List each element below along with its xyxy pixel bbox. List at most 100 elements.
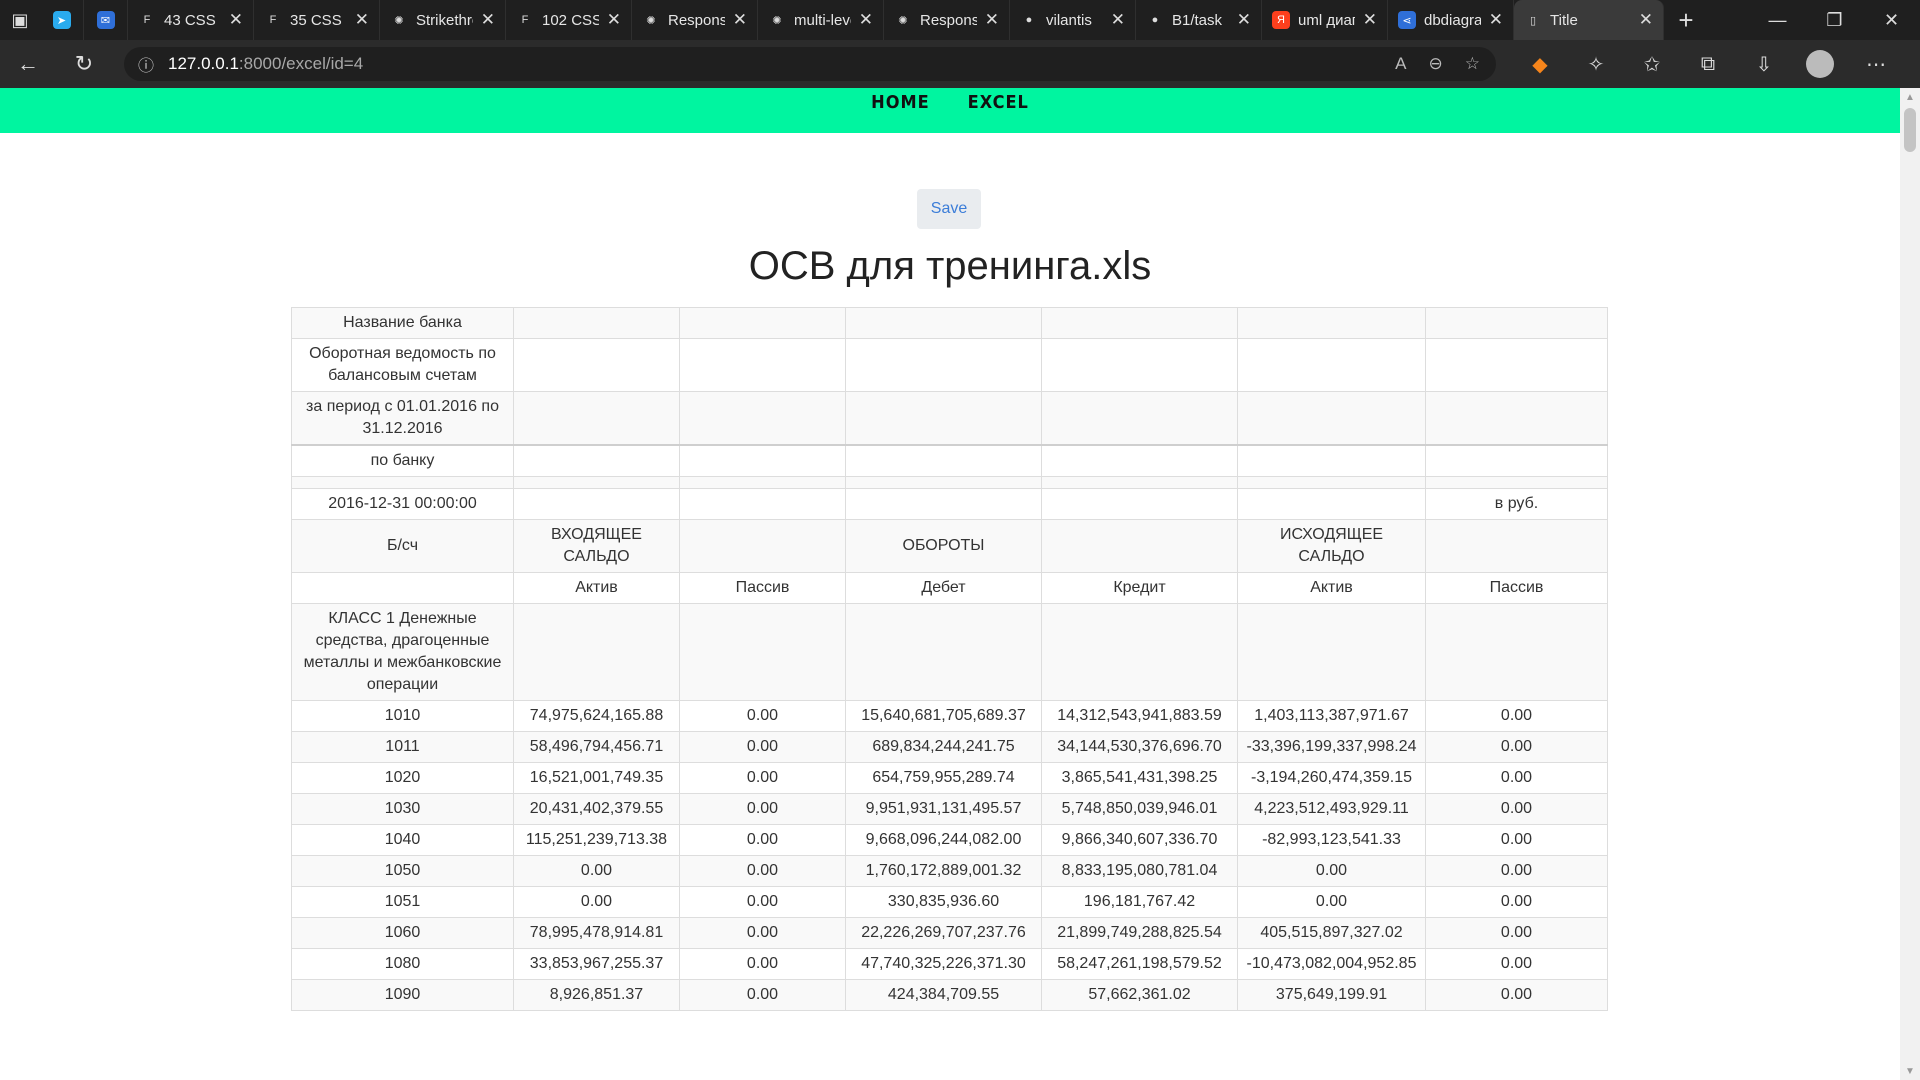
- collections-icon[interactable]: ⧉: [1680, 40, 1736, 88]
- extensions-icon[interactable]: ✧: [1568, 40, 1624, 88]
- close-tab-icon[interactable]: ✕: [1489, 10, 1503, 30]
- close-tab-icon[interactable]: ✕: [1363, 10, 1377, 30]
- table-cell: 9,668,096,244,082.00: [845, 824, 1042, 856]
- page-title: ОСВ для тренинга.xls: [748, 244, 1152, 288]
- table-row: 1080 33,853,967,255.37 0.00 47,740,325,226,…: [291, 948, 1608, 980]
- metamask-icon[interactable]: ◆: [1512, 40, 1568, 88]
- scroll-up-icon[interactable]: ▲: [1900, 88, 1920, 106]
- address-bar[interactable]: ⓘ 127.0.0.1:8000/excel/id=4 A ⊖ ☆: [124, 47, 1496, 81]
- table-cell: [1237, 603, 1426, 701]
- tab-actions-icon[interactable]: ▣: [0, 0, 40, 40]
- close-tab-icon[interactable]: ✕: [229, 10, 243, 30]
- table-cell: 115,251,239,713.38: [513, 824, 680, 856]
- downloads-icon[interactable]: ⇩: [1736, 40, 1792, 88]
- back-button[interactable]: ←: [0, 40, 56, 88]
- save-button[interactable]: Save: [917, 189, 981, 229]
- table-cell: [1425, 476, 1608, 489]
- table-cell: [513, 476, 680, 489]
- site-info-icon[interactable]: ⓘ: [124, 52, 168, 76]
- openai-icon: ✺: [646, 14, 656, 27]
- table-row: 1040 115,251,239,713.38 0.00 9,668,096,244,…: [291, 824, 1608, 856]
- table-cell: [1237, 444, 1426, 477]
- browser-tab[interactable]: Яuml диаграмма ✕: [1262, 0, 1388, 40]
- browser-tab[interactable]: ✺ Response ✕: [632, 0, 758, 40]
- browser-tab[interactable]: ▯ Title ✕: [1514, 0, 1664, 40]
- table-cell: [679, 476, 846, 489]
- openai-icon: ✺: [394, 14, 404, 27]
- close-tab-icon[interactable]: ✕: [1111, 10, 1125, 30]
- browser-tab[interactable]: ✉: [84, 0, 128, 40]
- browser-tab[interactable]: F 35 CSS ✕: [254, 0, 380, 40]
- top-navigation: HOME EXCEL: [0, 88, 1900, 133]
- table-cell: [1237, 391, 1426, 446]
- browser-tab[interactable]: ✺ Response ✕: [884, 0, 1010, 40]
- tab-title: multi-level: [794, 11, 851, 29]
- table-cell: 0.00: [513, 886, 680, 918]
- scrollbar-thumb[interactable]: [1904, 108, 1916, 152]
- table-cell: -3,194,260,474,359.15: [1237, 762, 1426, 794]
- table-row: Название банка: [291, 307, 1608, 339]
- close-tab-icon[interactable]: ✕: [355, 10, 369, 30]
- openai-icon: ✺: [898, 14, 908, 27]
- github-icon: ●: [1025, 14, 1033, 26]
- browser-toolbar: ← ↻ ⓘ 127.0.0.1:8000/excel/id=4 A ⊖ ☆ ◆ …: [0, 40, 1920, 88]
- close-tab-icon[interactable]: ✕: [733, 10, 747, 30]
- read-aloud-icon[interactable]: A: [1395, 54, 1406, 74]
- nav-excel-link[interactable]: EXCEL: [968, 92, 1029, 113]
- table-cell: [291, 476, 514, 489]
- table-row: 1030 20,431,402,379.55 0.00 9,951,931,131,4…: [291, 793, 1608, 825]
- reload-button[interactable]: ↻: [56, 40, 112, 88]
- table-cell: [679, 391, 846, 446]
- table-cell: 1051: [291, 886, 514, 918]
- new-tab-button[interactable]: +: [1664, 0, 1708, 40]
- table-cell: в руб.: [1425, 488, 1608, 520]
- close-tab-icon[interactable]: ✕: [985, 10, 999, 30]
- close-tab-icon[interactable]: ✕: [607, 10, 621, 30]
- table-cell: 0.00: [1425, 793, 1608, 825]
- page-icon: ▯: [1529, 14, 1537, 27]
- table-row: 1010 74,975,624,165.88 0.00 15,640,681,705,…: [291, 700, 1608, 732]
- browser-tab[interactable]: ➤: [40, 0, 84, 40]
- table-cell: 20,431,402,379.55: [513, 793, 680, 825]
- tab-title: vilantis: [1046, 11, 1092, 29]
- table-cell: [845, 338, 1042, 392]
- more-menu-icon[interactable]: ⋯: [1848, 40, 1904, 88]
- table-cell: Название банка: [291, 307, 514, 339]
- table-cell: 196,181,767.42: [1041, 886, 1238, 918]
- window-controls: — ❐ ✕: [1749, 0, 1920, 40]
- browser-tab[interactable]: F 102 CSS ✕: [506, 0, 632, 40]
- mail-icon: ✉: [96, 11, 115, 29]
- add-favorite-icon[interactable]: ☆: [1465, 54, 1480, 74]
- table-cell: 1030: [291, 793, 514, 825]
- zoom-icon[interactable]: ⊖: [1429, 54, 1443, 74]
- close-window-icon[interactable]: ✕: [1863, 0, 1920, 40]
- favorites-icon[interactable]: ✩: [1624, 40, 1680, 88]
- close-tab-icon[interactable]: ✕: [481, 10, 495, 30]
- table-cell: [1425, 444, 1608, 477]
- browser-tab[interactable]: ✺ multi-level ✕: [758, 0, 884, 40]
- table-cell: Актив: [1237, 572, 1426, 604]
- nav-home-link[interactable]: HOME: [871, 92, 930, 113]
- framer-icon: F: [521, 14, 529, 26]
- browser-tab[interactable]: ● B1/task ✕: [1136, 0, 1262, 40]
- page-scrollbar[interactable]: ▲ ▼: [1900, 88, 1920, 1080]
- browser-tab[interactable]: ● vilantis ✕: [1010, 0, 1136, 40]
- profile-avatar[interactable]: [1792, 40, 1848, 88]
- browser-tab[interactable]: ✺ Strikethrough ✕: [380, 0, 506, 40]
- close-tab-icon[interactable]: ✕: [1639, 10, 1653, 30]
- table-cell: 0.00: [679, 793, 846, 825]
- table-row: Актив Пассив Дебет Кредит Актив Пассив: [291, 572, 1608, 604]
- close-tab-icon[interactable]: ✕: [859, 10, 873, 30]
- minimize-icon[interactable]: —: [1749, 0, 1806, 40]
- table-cell: ВХОДЯЩЕЕ САЛЬДО: [513, 519, 680, 573]
- tab-title: 35 CSS: [290, 11, 342, 29]
- table-cell: [513, 338, 680, 392]
- browser-tab[interactable]: F 43 CSS ✕: [128, 0, 254, 40]
- table-row: Оборотная ведомость по балансовым счетам: [291, 338, 1608, 392]
- browser-tab[interactable]: ⋖ dbdiagram ✕: [1388, 0, 1514, 40]
- close-tab-icon[interactable]: ✕: [1237, 10, 1251, 30]
- table-cell: 58,247,261,198,579.52: [1041, 948, 1238, 980]
- scroll-down-icon[interactable]: ▼: [1900, 1062, 1920, 1080]
- restore-icon[interactable]: ❐: [1806, 0, 1863, 40]
- table-cell: 9,951,931,131,495.57: [845, 793, 1042, 825]
